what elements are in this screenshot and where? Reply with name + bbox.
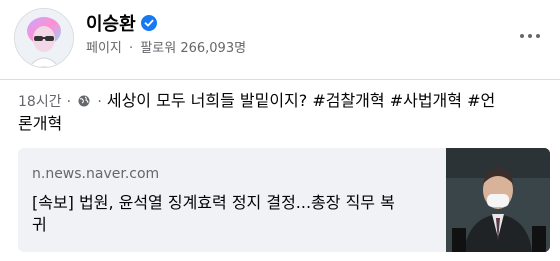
post-header: 이승환 페이지 · 팔로워 266,093명: [0, 0, 560, 76]
post-text-line2: 론개혁: [18, 114, 63, 133]
post-text-line1: 세상이 모두 너희들 발밑이지? #검찰개혁 #사법개혁 #언: [106, 91, 496, 110]
link-title-line2: 귀: [32, 215, 47, 234]
post-timestamp[interactable]: 18시간: [18, 94, 62, 110]
more-options-dot: [528, 34, 532, 38]
followers-count: 266,093명: [180, 41, 247, 56]
meta-separator: ·: [129, 41, 134, 56]
profile-meta: 페이지 · 팔로워 266,093명: [86, 37, 246, 56]
followers-label: 팔로워: [140, 41, 177, 56]
link-domain: n.news.naver.com: [32, 166, 160, 182]
verified-badge-icon: [140, 15, 157, 31]
avatar-illustration: [15, 9, 73, 67]
more-options-icon: [520, 34, 524, 38]
link-title: [속보] 법원, 윤석열 징계효력 정지 결정...총장 직무 복 귀: [32, 192, 442, 236]
post-meta-dot: ·: [66, 94, 72, 110]
header-divider: [0, 79, 560, 80]
profile-name-row: 이승환: [86, 10, 157, 36]
profile-name[interactable]: 이승환: [86, 10, 136, 36]
link-title-line1: [속보] 법원, 윤석열 징계효력 정지 결정...총장 직무 복: [32, 193, 395, 212]
link-preview-card[interactable]: n.news.naver.com [속보] 법원, 윤석열 징계효력 정지 결정…: [18, 148, 550, 252]
globe-icon[interactable]: [78, 95, 90, 107]
post-body: 18시간 · · 세상이 모두 너희들 발밑이지? #검찰개혁 #사법개혁 #언…: [18, 90, 548, 134]
news-photo: [446, 148, 550, 252]
link-thumbnail: [446, 148, 550, 252]
page-type-label: 페이지: [86, 41, 122, 56]
profile-avatar[interactable]: [14, 8, 74, 68]
more-options-button[interactable]: [516, 22, 544, 50]
more-options-dot: [536, 34, 540, 38]
post-meta-dot: ·: [97, 94, 102, 110]
